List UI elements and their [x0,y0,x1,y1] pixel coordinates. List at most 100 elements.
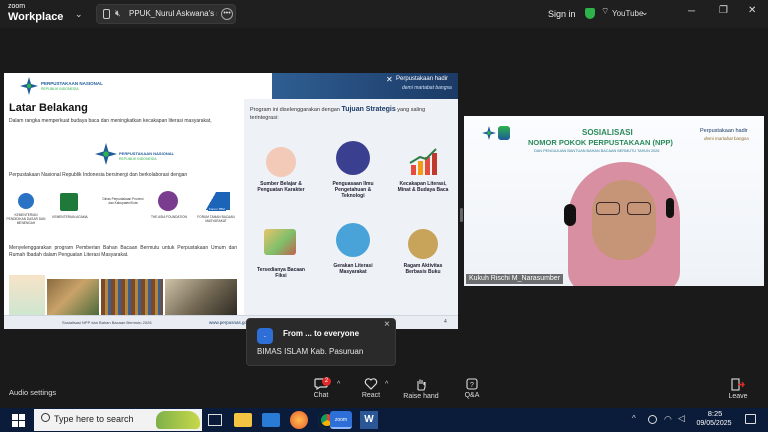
program-text: Menyelenggarakan program Pemberian Bahan… [9,245,237,258]
chat-badge: 2 [322,377,331,386]
chameleon-search-highlight-icon [156,411,200,429]
tray-chevron-icon[interactable]: ^ [632,414,636,423]
science-technology-icon [336,141,370,175]
header-close-icon: ✕ [386,75,393,84]
store-icon[interactable] [262,413,280,427]
wifi-icon: ⌔ [601,6,610,16]
card-title-3: DAN PENGAJUAN BANTUAN BAHAN BACAAN BERMU… [534,149,660,153]
close-icon[interactable]: ✕ [748,5,756,17]
chevron-down-icon[interactable]: ⌄ [641,6,649,18]
chevron-down-icon[interactable]: ⌄ [75,8,83,20]
fiction-books-icon [264,229,296,255]
leave-icon [731,378,745,391]
partner-label: KEMENTERIAN AGAMA [52,215,88,219]
slide-right-panel: Program ini diselenggarakan dengan Tujua… [244,99,458,315]
slide-header-banner: ✕ Perpustakaan hadir demi martabat bangs… [272,73,458,99]
card-tagline-2: demi martabat bangsa [704,136,749,141]
program-photo-classroom [47,279,99,315]
qa-label: Q&A [464,392,480,399]
forum-tbm-badge: Forum TBM [208,207,226,211]
clock-time[interactable]: 8:25 [700,409,730,418]
participant-video[interactable]: SOSIALISASI NOMOR POKOK PERPUSTAKAAN (NP… [464,116,764,286]
program-photo-library [165,279,237,315]
event-logo-icon [498,126,510,140]
svg-text:?: ? [470,382,474,389]
qa-button[interactable]: ? Q&A [447,378,497,399]
chat-message: BIMAS ISLAM Kab. Pasuruan [257,347,364,356]
windows-start-icon[interactable] [12,414,25,427]
chat-close-icon[interactable]: × [384,319,390,330]
notification-icon[interactable] [745,414,756,424]
participant-name-label: Kukuh Rischi M_Narasumber [466,274,564,284]
volume-icon[interactable]: ◁ [678,413,685,424]
network-icon[interactable] [648,415,657,424]
headset-icon [666,198,674,218]
header-org: PERPUSTAKAAN NASIONAL [41,81,103,86]
maximize-icon[interactable]: ❐ [719,5,728,17]
more-options-icon[interactable]: ••• [221,8,233,20]
card-title-2: NOMOR POKOK PERPUSTAKAAN (NPP) [528,138,673,147]
windows-taskbar: Type here to search zoom W ^ ◠ ◁ 8:25 09… [0,408,768,432]
audio-settings-button[interactable]: Audio settings [9,388,56,397]
taskbar-search-box[interactable]: Type here to search [34,409,202,431]
book-activities-icon [408,229,438,259]
footer-left: Sosialisasi NPP dan Bahan Bacaan Bermutu… [62,320,152,325]
chat-caret-icon[interactable]: ^ [337,381,340,388]
partner-label: Dinas Perpustakaan Provinsi dan Kabupate… [102,197,144,205]
shared-slide: PERPUSTAKAAN NASIONAL REPUBLIK INDONESIA… [4,73,458,329]
perpusnas-center-logo-icon [95,143,117,165]
center-org: PERPUSTAKAAN NASIONAL [119,151,175,156]
react-caret-icon[interactable]: ^ [385,381,388,388]
leave-button[interactable]: Leave [713,378,763,400]
sign-in-link[interactable]: Sign in [548,8,576,20]
goal-label: Tersedianya Bacaan Fiksi [257,267,305,279]
word-icon[interactable]: W [360,411,378,429]
perpusnas-logo-icon [20,77,38,95]
community-literacy-icon [336,223,370,257]
share-label: PPUK_Nurul Askwana's scre [129,9,217,18]
program-photo-reading-icon [9,275,45,315]
header-org-sub: REPUBLIK INDONESIA [41,87,79,91]
center-org-sub: REPUBLIK INDONESIA [119,157,157,161]
slide-title: Latar Belakang [9,102,88,114]
screen-share-indicator[interactable]: 🔇︎ PPUK_Nurul Askwana's scre ••• [96,4,236,24]
search-icon [41,413,50,422]
program-photo-books [101,279,163,315]
footer-page: 4 [444,319,447,325]
youtube-button[interactable]: YouTube [612,8,643,20]
app-logo-small: zoom [8,3,26,10]
firefox-icon[interactable] [290,411,308,429]
chat-avatar-icon: . [257,328,273,344]
wifi-tray-icon[interactable]: ◠ [664,414,672,425]
mute-icon: 🔇︎ [115,8,121,18]
split-resize-handle[interactable] [460,208,463,222]
qa-icon: ? [466,378,478,390]
card-tagline-1: Perpustakaan hadir [700,128,748,134]
meeting-toolbar: Audio settings Chat 2 ^ React ^ Raise ha… [0,376,768,408]
chat-notification[interactable]: . From ... to everyone × BIMAS ISLAM Kab… [246,318,396,366]
heart-icon [364,378,378,390]
minimize-icon[interactable]: ─ [688,6,695,18]
goal-label: Kecakapan Literasi, Minat & Budaya Baca [397,181,449,193]
partner-label: KEMENTERIAN PENDIDIKAN DASAR DAN MENENGA… [6,213,46,225]
search-input[interactable]: Type here to search [54,414,134,424]
kemenag-logo-icon [60,193,78,211]
goal-label: Gerakan Literasi Masyarakat [333,263,373,275]
raise-hand-button[interactable]: Raise hand [396,378,446,400]
raise-hand-label: Raise hand [403,393,439,400]
perpusnas-logo-icon [482,126,496,140]
kemendikdasmen-logo-icon [18,193,34,209]
react-button[interactable]: React [346,378,396,399]
file-explorer-icon[interactable] [234,413,252,427]
zoom-taskbar-icon[interactable]: zoom [330,411,352,429]
collab-text: Perpustakaan Nasional Republik Indonesia… [9,172,188,178]
title-bar: zoom Workplace ⌄ 🔇︎ PPUK_Nurul Askwana's… [0,0,768,28]
goal-label: Sumber Belajar & Penguatan Karakter [257,181,305,193]
task-view-icon[interactable] [208,414,222,426]
slide-intro: Dalam rangka memperkuat budaya baca dan … [9,118,212,124]
chat-from: From ... to everyone [283,329,360,338]
app-logo-name: Workplace [8,11,64,23]
clock-date[interactable]: 09/05/2025 [692,420,736,427]
react-label: React [361,392,381,399]
slide-header: PERPUSTAKAAN NASIONAL REPUBLIK INDONESIA… [4,73,458,99]
